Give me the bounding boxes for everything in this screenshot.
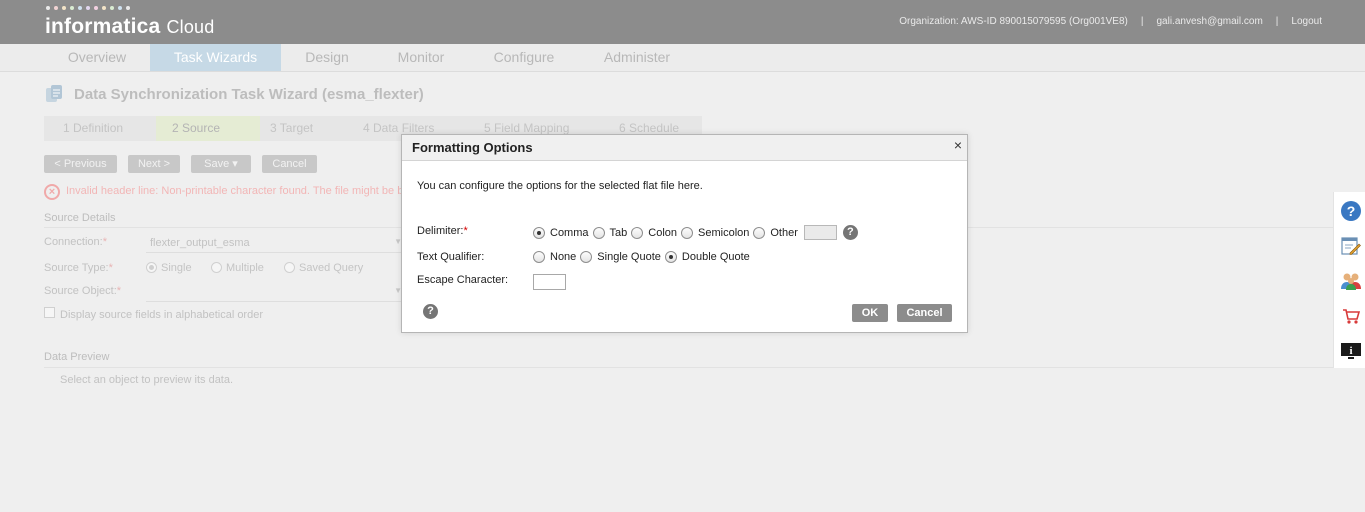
dialog-intro-text: You can configure the options for the se… bbox=[417, 180, 703, 192]
source-type-multiple-radio[interactable]: Multiple bbox=[211, 262, 264, 274]
error-icon: × bbox=[44, 184, 60, 200]
error-message: Invalid header line: Non-printable chara… bbox=[66, 185, 404, 197]
svg-text:i: i bbox=[1349, 345, 1352, 357]
alphabetical-order-checkbox[interactable] bbox=[44, 307, 55, 318]
formatting-options-dialog: Formatting Options × You can configure t… bbox=[401, 134, 968, 333]
dialog-help-icon[interactable]: ? bbox=[423, 304, 438, 319]
delimiter-help-icon[interactable]: ? bbox=[842, 225, 858, 240]
step-definition[interactable]: 1 Definition bbox=[63, 116, 123, 141]
next-button[interactable]: Next > bbox=[128, 155, 180, 173]
data-preview-heading: Data Preview bbox=[44, 351, 110, 363]
logout-link[interactable]: Logout bbox=[1291, 16, 1322, 27]
text-qualifier-options: None Single Quote Double Quote bbox=[533, 251, 754, 263]
delimiter-tab-radio[interactable]: Tab bbox=[592, 226, 627, 239]
informatica-logo[interactable]: informatica Cloud bbox=[45, 6, 214, 38]
delimiter-comma-radio[interactable]: Comma bbox=[533, 226, 589, 239]
cancel-button[interactable]: Cancel bbox=[262, 155, 317, 173]
delimiter-other-input[interactable] bbox=[803, 225, 837, 240]
source-details-heading: Source Details bbox=[44, 212, 116, 224]
source-object-select[interactable]: ▼ bbox=[146, 286, 406, 302]
tab-monitor[interactable]: Monitor bbox=[380, 44, 462, 71]
source-type-saved-query-radio[interactable]: Saved Query bbox=[284, 262, 363, 274]
delimiter-semicolon-radio[interactable]: Semicolon bbox=[681, 226, 749, 239]
tab-design[interactable]: Design bbox=[284, 44, 370, 71]
logo-text: informatica Cloud bbox=[45, 16, 214, 38]
logo-sub-text: Cloud bbox=[166, 17, 215, 37]
side-toolbar: ? i bbox=[1333, 192, 1365, 368]
tab-task-wizards[interactable]: Task Wizards bbox=[150, 44, 281, 71]
connection-select[interactable]: flexter_output_esma ▼ bbox=[146, 237, 406, 253]
cart-icon[interactable] bbox=[1339, 304, 1363, 328]
source-type-label: Source Type:* bbox=[44, 262, 113, 274]
monitor-info-icon[interactable]: i bbox=[1339, 339, 1363, 363]
tab-administer[interactable]: Administer bbox=[588, 44, 686, 71]
delimiter-label: Delimiter:* bbox=[417, 225, 468, 237]
top-header: informatica Cloud Organization: AWS-ID 8… bbox=[0, 0, 1365, 44]
logo-dots bbox=[46, 6, 214, 12]
step-target[interactable]: 3 Target bbox=[270, 116, 313, 141]
source-type-single-radio[interactable]: Single bbox=[146, 262, 192, 274]
tab-overview[interactable]: Overview bbox=[45, 44, 149, 71]
data-preview-empty-text: Select an object to preview its data. bbox=[60, 374, 234, 386]
organization-label: Organization: AWS-ID 890015079595 (Org00… bbox=[899, 16, 1128, 27]
qualifier-none-radio[interactable]: None bbox=[533, 251, 576, 263]
qualifier-single-quote-radio[interactable]: Single Quote bbox=[580, 251, 661, 263]
dialog-cancel-button[interactable]: Cancel bbox=[897, 304, 952, 322]
dialog-header: Formatting Options × bbox=[402, 135, 967, 161]
wizard-title: Data Synchronization Task Wizard (esma_f… bbox=[74, 86, 424, 103]
dialog-title: Formatting Options bbox=[412, 140, 533, 155]
header-separator: | bbox=[1140, 16, 1144, 27]
escape-character-input[interactable] bbox=[533, 274, 566, 290]
delimiter-colon-radio[interactable]: Colon bbox=[631, 226, 677, 239]
escape-character-label: Escape Character: bbox=[417, 274, 509, 286]
help-icon[interactable]: ? bbox=[1339, 199, 1363, 223]
section-divider bbox=[44, 367, 1334, 368]
data-sync-icon bbox=[46, 85, 62, 102]
header-links: Organization: AWS-ID 890015079595 (Org00… bbox=[899, 16, 1322, 27]
ok-button[interactable]: OK bbox=[852, 304, 888, 322]
source-object-label: Source Object:* bbox=[44, 285, 122, 297]
notes-icon[interactable] bbox=[1339, 234, 1363, 258]
connection-label: Connection:* bbox=[44, 236, 107, 248]
qualifier-double-quote-radio[interactable]: Double Quote bbox=[664, 251, 750, 263]
close-icon[interactable]: × bbox=[954, 137, 962, 153]
delimiter-other-radio[interactable]: Other bbox=[753, 226, 798, 239]
logo-main-text: informatica bbox=[45, 15, 161, 38]
save-button[interactable]: Save ▾ bbox=[191, 155, 251, 173]
community-icon[interactable] bbox=[1339, 269, 1363, 293]
previous-button[interactable]: < Previous bbox=[44, 155, 117, 173]
alphabetical-order-label: Display source fields in alphabetical or… bbox=[60, 309, 263, 321]
tab-configure[interactable]: Configure bbox=[478, 44, 570, 71]
delimiter-options: Comma Tab Colon Semicolon Other ? bbox=[533, 225, 858, 240]
user-email-link[interactable]: gali.anvesh@gmail.com bbox=[1156, 16, 1262, 27]
svg-text:?: ? bbox=[1347, 203, 1356, 219]
step-source[interactable]: 2 Source bbox=[156, 116, 260, 141]
text-qualifier-label: Text Qualifier: bbox=[417, 251, 485, 263]
main-nav: Overview Task Wizards Design Monitor Con… bbox=[0, 44, 1365, 72]
header-separator: | bbox=[1275, 16, 1279, 27]
